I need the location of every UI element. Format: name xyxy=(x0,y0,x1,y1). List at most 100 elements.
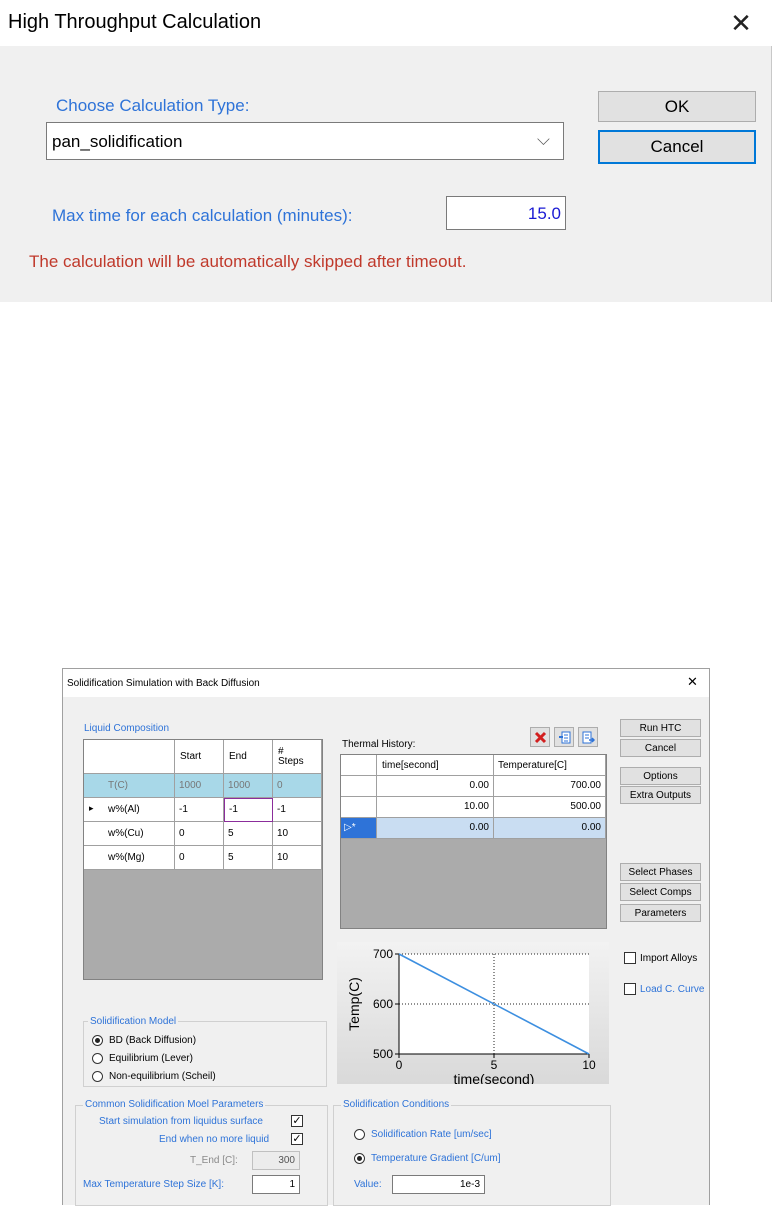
row-name-mg[interactable]: w%(Mg) xyxy=(84,846,175,870)
liquid-composition-title: Liquid Composition xyxy=(84,723,170,734)
thermal-history-chart: 0 5 10 500 600 700 time(second) Temp(C) xyxy=(337,942,609,1087)
steps-column-header[interactable]: # Steps xyxy=(273,740,322,774)
calc-type-select[interactable]: pan_solidification ⌵ xyxy=(46,122,564,160)
scheil-label: Non-equilibrium (Scheil) xyxy=(109,1071,216,1082)
ok-button[interactable]: OK xyxy=(598,91,756,122)
end-column-header[interactable]: End xyxy=(224,740,273,774)
insert-row-button[interactable] xyxy=(554,727,574,747)
bd-label: BD (Back Diffusion) xyxy=(109,1035,197,1046)
scheil-radio[interactable] xyxy=(92,1071,103,1082)
equilibrium-label: Equilibrium (Lever) xyxy=(109,1053,193,1064)
liquid-composition-grid[interactable]: Start End # Steps T(C) 1000 1000 0 w%(Al… xyxy=(83,739,323,980)
max-step-input[interactable]: 1 xyxy=(252,1175,300,1194)
cell-cu-end[interactable]: 5 xyxy=(224,822,273,846)
cell-cu-steps[interactable]: 10 xyxy=(273,822,322,846)
select-comps-button[interactable]: Select Comps xyxy=(620,883,701,901)
cell-time-1[interactable]: 0.00 xyxy=(377,776,494,797)
bd-radio[interactable] xyxy=(92,1035,103,1046)
cell-t-start: 1000 xyxy=(175,774,224,798)
export-icon xyxy=(582,731,595,744)
cell-temp-1[interactable]: 700.00 xyxy=(494,776,606,797)
t-end-input[interactable]: 300 xyxy=(252,1151,300,1170)
calc-type-value: pan_solidification xyxy=(52,132,183,151)
y-tick-label: 700 xyxy=(373,947,393,961)
y-axis-label: Temp(C) xyxy=(346,977,362,1031)
run-htc-button[interactable]: Run HTC xyxy=(620,719,701,737)
solidification-model-title: Solidification Model xyxy=(88,1016,179,1027)
cancel-button[interactable]: Cancel xyxy=(620,739,701,757)
equilibrium-radio[interactable] xyxy=(92,1053,103,1064)
thermal-corner-header xyxy=(341,755,377,776)
export-button[interactable] xyxy=(578,727,598,747)
cell-t-steps: 0 xyxy=(273,774,322,798)
cell-t-end: 1000 xyxy=(224,774,273,798)
close-icon[interactable]: ✕ xyxy=(687,674,698,690)
max-time-input[interactable]: 15.0 xyxy=(446,196,566,230)
t-end-label: T_End [C]: xyxy=(190,1155,238,1166)
load-curve-checkbox[interactable] xyxy=(624,983,636,995)
cell-mg-end[interactable]: 5 xyxy=(224,846,273,870)
import-alloys-checkbox[interactable] xyxy=(624,952,636,964)
cell-mg-start[interactable]: 0 xyxy=(175,846,224,870)
cell-al-end[interactable]: -1 xyxy=(224,798,273,822)
choose-calc-type-label: Choose Calculation Type: xyxy=(56,96,250,115)
cell-time-new[interactable]: 0.00 xyxy=(377,818,494,839)
row-header[interactable] xyxy=(341,776,377,797)
grid-corner-header xyxy=(84,740,175,774)
cancel-button[interactable]: Cancel xyxy=(598,130,756,164)
y-tick-label: 500 xyxy=(373,1047,393,1061)
select-phases-button[interactable]: Select Phases xyxy=(620,863,701,881)
gradient-label: Temperature Gradient [C/um] xyxy=(371,1153,501,1164)
solidification-conditions-title: Solidification Conditions xyxy=(341,1099,452,1110)
x-tick-label: 0 xyxy=(396,1058,403,1072)
rate-radio[interactable] xyxy=(354,1129,365,1140)
current-row-indicator-icon: ▸ xyxy=(89,803,94,813)
end-no-liquid-label: End when no more liquid xyxy=(159,1134,270,1145)
new-row-indicator-icon[interactable]: ▷* xyxy=(341,818,377,839)
value-label: Value: xyxy=(354,1179,382,1190)
start-liquidus-checkbox[interactable]: ✓ xyxy=(291,1115,303,1127)
cell-al-steps[interactable]: -1 xyxy=(273,798,322,822)
end-no-liquid-checkbox[interactable]: ✓ xyxy=(291,1133,303,1145)
cell-temp-2[interactable]: 500.00 xyxy=(494,797,606,818)
row-name-cu[interactable]: w%(Cu) xyxy=(84,822,175,846)
row-header[interactable] xyxy=(341,797,377,818)
close-icon[interactable]: ✕ xyxy=(728,8,754,38)
temperature-column-header[interactable]: Temperature[C] xyxy=(494,755,606,776)
cell-mg-steps[interactable]: 10 xyxy=(273,846,322,870)
delete-row-button[interactable] xyxy=(530,727,550,747)
thermal-history-title: Thermal History: xyxy=(342,739,416,750)
htc-dialog-title: High Throughput Calculation xyxy=(8,11,262,33)
cell-al-start[interactable]: -1 xyxy=(175,798,224,822)
value-input[interactable]: 1e-3 xyxy=(392,1175,485,1194)
insert-row-icon xyxy=(559,731,571,744)
start-column-header[interactable]: Start xyxy=(175,740,224,774)
max-step-label: Max Temperature Step Size [K]: xyxy=(83,1179,224,1190)
load-curve-label[interactable]: Load C. Curve xyxy=(640,984,704,995)
parameters-button[interactable]: Parameters xyxy=(620,904,701,922)
gradient-radio[interactable] xyxy=(354,1153,365,1164)
options-button[interactable]: Options xyxy=(620,767,701,785)
htc-title-bar: High Throughput Calculation ✕ xyxy=(0,0,772,46)
y-tick-label: 600 xyxy=(373,997,393,1011)
solidification-dialog-title: Solidification Simulation with Back Diff… xyxy=(67,678,260,689)
cell-temp-new[interactable]: 0.00 xyxy=(494,818,606,839)
thermal-history-plot: 0 5 10 500 600 700 time(second) Temp(C) xyxy=(346,947,596,1087)
start-liquidus-label: Start simulation from liquidus surface xyxy=(99,1116,263,1127)
delete-icon xyxy=(534,731,547,744)
solidification-title-bar: Solidification Simulation with Back Diff… xyxy=(63,669,709,697)
htc-dialog: High Throughput Calculation ✕ Choose Cal… xyxy=(0,0,772,302)
max-time-label: Max time for each calculation (minutes): xyxy=(52,206,353,225)
row-name-al[interactable]: w%(Al) xyxy=(84,798,175,822)
time-column-header[interactable]: time[second] xyxy=(377,755,494,776)
chevron-down-icon[interactable]: ⌵ xyxy=(537,130,550,150)
extra-outputs-button[interactable]: Extra Outputs xyxy=(620,786,701,804)
thermal-history-grid[interactable]: time[second] Temperature[C] 0.00 700.00 … xyxy=(340,754,607,929)
solidification-dialog: Solidification Simulation with Back Diff… xyxy=(62,668,710,1206)
cell-cu-start[interactable]: 0 xyxy=(175,822,224,846)
import-alloys-label: Import Alloys xyxy=(640,953,698,964)
rate-label: Solidification Rate [um/sec] xyxy=(371,1129,492,1140)
cell-time-2[interactable]: 10.00 xyxy=(377,797,494,818)
x-tick-label: 10 xyxy=(582,1058,596,1072)
x-tick-label: 5 xyxy=(491,1058,498,1072)
